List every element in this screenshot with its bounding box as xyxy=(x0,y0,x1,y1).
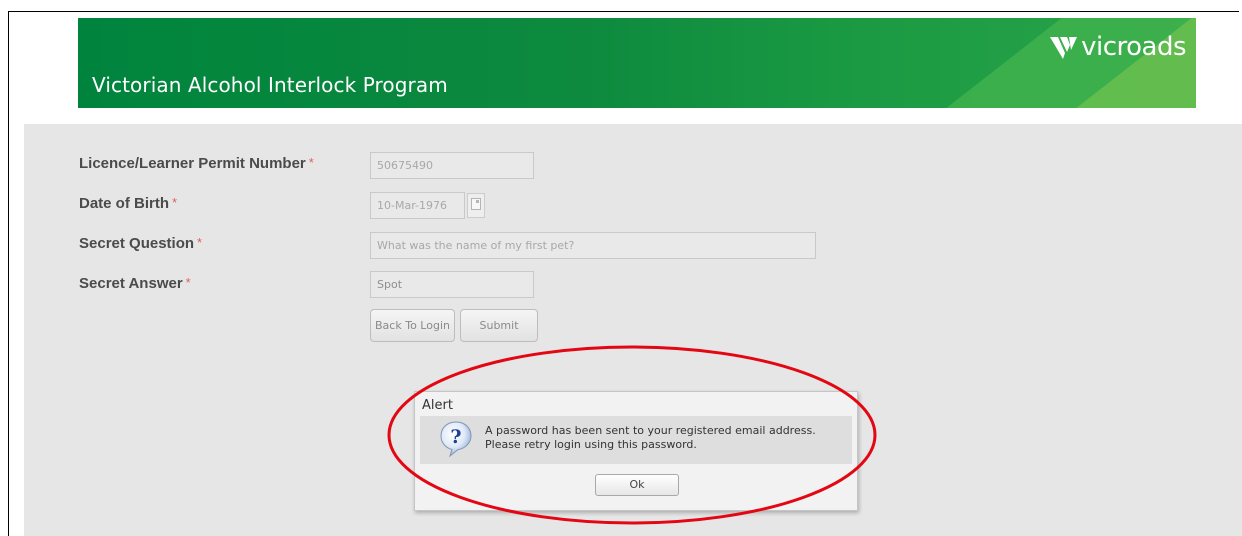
dob-label-text: Date of Birth xyxy=(79,195,169,212)
dob-field[interactable]: 10-Mar-1976 xyxy=(370,192,465,219)
svg-text:?: ? xyxy=(450,426,461,448)
required-marker: * xyxy=(172,195,178,210)
alert-message: A password has been sent to your registe… xyxy=(485,424,816,452)
required-marker: * xyxy=(308,155,314,170)
question-label: Secret Question * xyxy=(79,235,202,252)
secret-question-field[interactable]: What was the name of my first pet? xyxy=(370,232,816,259)
logo-text: vicroads xyxy=(1081,32,1186,62)
question-icon: ? xyxy=(440,421,472,458)
licence-label: Licence/Learner Permit Number * xyxy=(79,155,314,172)
required-marker: * xyxy=(185,275,191,290)
licence-field[interactable]: 50675490 xyxy=(370,152,534,179)
required-marker: * xyxy=(197,235,203,250)
alert-title: Alert xyxy=(422,398,453,413)
alert-body: ? A password has been sent to your regis… xyxy=(420,416,852,464)
secret-answer-field[interactable]: Spot xyxy=(370,271,534,298)
ok-button[interactable]: Ok xyxy=(595,474,679,496)
header-banner: Victorian Alcohol Interlock Program vicr… xyxy=(78,18,1196,108)
alert-message-line: A password has been sent to your registe… xyxy=(485,424,816,437)
back-to-login-button[interactable]: Back To Login xyxy=(370,309,455,342)
form-panel: Licence/Learner Permit Number * 50675490 … xyxy=(24,124,1242,536)
vicroads-logo: vicroads xyxy=(1049,32,1186,62)
answer-label: Secret Answer * xyxy=(79,275,191,292)
licence-label-text: Licence/Learner Permit Number xyxy=(79,155,306,172)
answer-label-text: Secret Answer xyxy=(79,275,183,292)
alert-message-line: Please retry login using this password. xyxy=(485,438,697,451)
submit-button[interactable]: Submit xyxy=(460,309,538,342)
calendar-icon xyxy=(471,198,481,210)
vicroads-logo-mark-icon xyxy=(1050,37,1078,59)
calendar-button[interactable] xyxy=(467,193,485,218)
question-label-text: Secret Question xyxy=(79,235,195,252)
dob-label: Date of Birth * xyxy=(79,195,177,212)
alert-dialog: Alert ? A password has been sent to your… xyxy=(414,391,858,511)
program-title: Victorian Alcohol Interlock Program xyxy=(92,73,448,97)
